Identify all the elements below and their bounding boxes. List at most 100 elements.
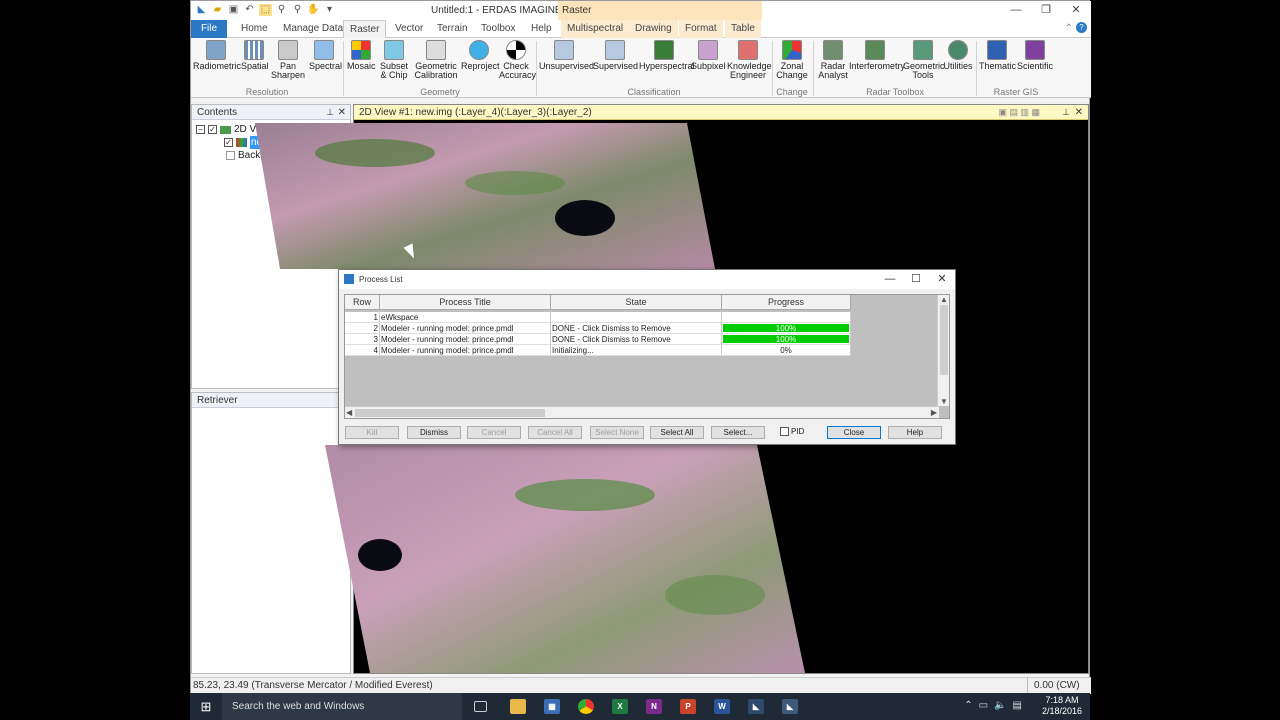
file-explorer-icon[interactable]	[510, 699, 526, 714]
restore-icon[interactable]: ❐	[1031, 1, 1061, 20]
col-header-title[interactable]: Process Title	[380, 295, 551, 310]
close-panel-icon[interactable]: ✕	[338, 105, 346, 120]
view-icon	[220, 125, 231, 134]
select-all-button[interactable]: Select All	[650, 426, 704, 439]
task-view-icon[interactable]	[474, 701, 487, 712]
knowledge-engineer-button[interactable]: Knowledge Engineer	[727, 40, 772, 80]
tab-vector[interactable]: Vector	[389, 20, 429, 38]
dismiss-button[interactable]: Dismiss	[407, 426, 461, 439]
retriever-header: Retriever ⊥	[192, 393, 350, 408]
customize-qat-icon[interactable]: ▾	[323, 4, 336, 16]
save-icon[interactable]: ▣	[227, 4, 240, 16]
spectral-icon	[314, 40, 334, 60]
tab-drawing[interactable]: Drawing	[629, 20, 678, 38]
excel-icon[interactable]: X	[612, 699, 628, 714]
minimize-icon[interactable]: —	[1001, 1, 1031, 20]
scroll-right-icon[interactable]: ▶	[931, 408, 937, 417]
scroll-down-icon[interactable]: ▼	[940, 397, 948, 406]
pin-icon[interactable]: ⊥	[326, 105, 334, 120]
ribbon-tabs: File Home Manage Data Raster Vector Terr…	[191, 20, 1091, 39]
col-header-state[interactable]: State	[551, 295, 722, 310]
unsupervised-button[interactable]: Unsupervised	[539, 40, 594, 71]
radar-analyst-button[interactable]: Radar Analyst	[817, 40, 849, 80]
supervised-button[interactable]: Supervised	[593, 40, 638, 71]
select-tool-icon[interactable]: ⬚	[259, 4, 272, 16]
tab-home[interactable]: Home	[235, 20, 274, 38]
check-accuracy-button[interactable]: Check Accuracy	[499, 40, 536, 80]
tab-format[interactable]: Format	[679, 20, 723, 38]
clock[interactable]: 7:18 AM 2/18/2016	[1042, 695, 1082, 717]
geometric-tools-button[interactable]: Geometric Tools	[903, 40, 945, 80]
chrome-icon[interactable]	[578, 699, 594, 714]
erdas-taskbar-icon[interactable]: ◣	[748, 699, 764, 714]
scroll-thumb[interactable]	[940, 305, 948, 375]
pin-icon[interactable]: ⊥	[1062, 105, 1070, 120]
zoom-in-icon[interactable]: ⚲	[275, 4, 288, 16]
store-icon[interactable]: ▦	[544, 699, 560, 714]
col-header-progress[interactable]: Progress	[722, 295, 851, 310]
tab-table[interactable]: Table	[725, 20, 761, 38]
scroll-up-icon[interactable]: ▲	[940, 295, 948, 304]
viewer-tools-icon[interactable]: ▣ ▤ ▥ ▦	[998, 105, 1040, 120]
tab-manage-data[interactable]: Manage Data	[277, 20, 349, 38]
minimize-ribbon-icon[interactable]: ⌃	[1065, 23, 1073, 34]
tab-file[interactable]: File	[191, 20, 227, 38]
tab-terrain[interactable]: Terrain	[431, 20, 474, 38]
cancel-button[interactable]: Cancel	[467, 426, 521, 439]
word-icon[interactable]: W	[714, 699, 730, 714]
interferometry-button[interactable]: Interferometry	[849, 40, 905, 71]
powerpoint-icon[interactable]: P	[680, 699, 696, 714]
select-none-button[interactable]: Select None	[590, 426, 644, 439]
vertical-scrollbar[interactable]: ▲ ▼	[937, 295, 949, 406]
scroll-left-icon[interactable]: ◀	[346, 408, 352, 417]
pid-checkbox[interactable]: PID	[780, 427, 804, 436]
col-header-row[interactable]: Row	[345, 295, 380, 310]
expand-icon[interactable]: −	[196, 125, 205, 134]
windows-start-icon[interactable]: ⊞	[190, 693, 222, 720]
maximize-icon[interactable]: ☐	[903, 270, 929, 289]
close-icon[interactable]: ✕	[929, 270, 955, 289]
utilities-button[interactable]: Utilities	[943, 40, 973, 71]
help-button[interactable]: Help	[888, 426, 942, 439]
select-button[interactable]: Select...	[711, 426, 765, 439]
quick-access-toolbar: ◣ ▰ ▣ ↶ ⬚ ⚲ ⚲ ✋ ▾	[195, 4, 336, 17]
tab-toolbox[interactable]: Toolbox	[475, 20, 521, 38]
system-tray-icons[interactable]: ⌃▭🔈▤	[964, 700, 1028, 711]
help-icon[interactable]: ?	[1076, 22, 1087, 33]
hyperspectral-button[interactable]: Hyperspectral	[639, 40, 695, 71]
close-viewer-icon[interactable]: ✕	[1075, 105, 1083, 120]
pid-checkbox-box[interactable]	[780, 427, 789, 436]
tab-raster[interactable]: Raster	[343, 20, 387, 39]
minimize-icon[interactable]: —	[877, 270, 903, 289]
scientific-button[interactable]: Scientific	[1017, 40, 1053, 71]
mosaic-button[interactable]: Mosaic	[347, 40, 376, 71]
tab-help[interactable]: Help	[525, 20, 558, 38]
pan-sharpen-button[interactable]: Pan Sharpen	[271, 40, 305, 80]
pan-icon[interactable]: ✋	[307, 4, 320, 16]
kill-button[interactable]: Kill	[345, 426, 399, 439]
close-icon[interactable]: ✕	[1061, 1, 1091, 20]
spectral-button[interactable]: Spectral	[309, 40, 342, 71]
tab-multispectral[interactable]: Multispectral	[561, 20, 630, 38]
group-geometry: Geometry	[420, 87, 460, 97]
scroll-thumb[interactable]	[355, 409, 545, 417]
open-icon[interactable]: ▰	[211, 4, 224, 16]
subset-chip-button[interactable]: Subset & Chip	[379, 40, 409, 80]
geometric-calibration-button[interactable]: Geometric Calibration	[413, 40, 459, 80]
spatial-button[interactable]: Spatial	[241, 40, 269, 71]
onenote-icon[interactable]: N	[646, 699, 662, 714]
zonal-change-button[interactable]: Zonal Change	[775, 40, 809, 80]
thematic-button[interactable]: Thematic	[979, 40, 1016, 71]
search-box[interactable]: Search the web and Windows	[222, 693, 462, 720]
radiometric-button[interactable]: Radiometric	[193, 40, 241, 71]
horizontal-scrollbar[interactable]: ◀ ▶	[345, 406, 939, 418]
cancel-all-button[interactable]: Cancel All	[528, 426, 582, 439]
close-button[interactable]: Close	[827, 426, 881, 439]
reproject-button[interactable]: Reproject	[461, 40, 500, 71]
erdas-process-taskbar-icon[interactable]: ◣	[782, 699, 798, 714]
view-checkbox[interactable]: ✓	[208, 125, 217, 134]
subpixel-button[interactable]: Subpixel	[691, 40, 726, 71]
zoom-out-icon[interactable]: ⚲	[291, 4, 304, 16]
undo-icon[interactable]: ↶	[243, 4, 256, 16]
layer-checkbox[interactable]: ✓	[224, 138, 233, 147]
